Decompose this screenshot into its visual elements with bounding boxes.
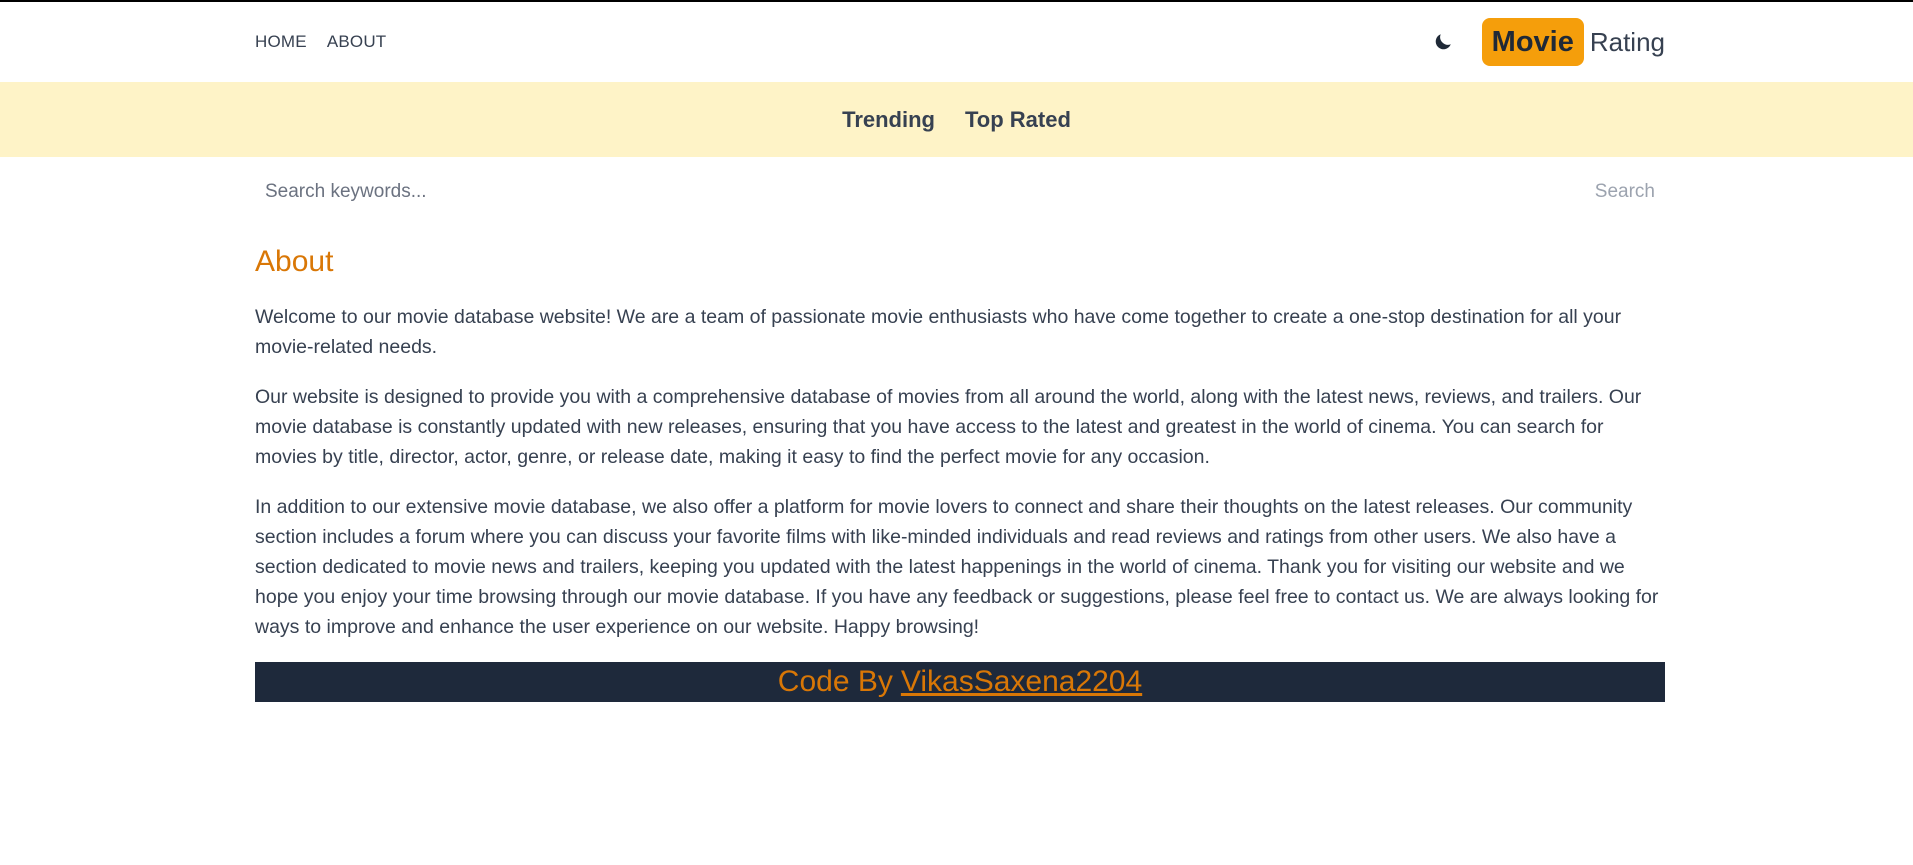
- search-button[interactable]: Search: [1585, 181, 1665, 203]
- footer-bar: Code By VikasSaxena2204: [255, 662, 1665, 702]
- main-nav: HOME ABOUT: [255, 32, 386, 52]
- moon-icon[interactable]: [1430, 29, 1456, 55]
- brand-area: Movie Rating: [1430, 18, 1665, 66]
- about-paragraph: Our website is designed to provide you w…: [255, 386, 1642, 468]
- search-input[interactable]: [255, 181, 1475, 203]
- nav-home-link[interactable]: HOME: [255, 32, 307, 52]
- tab-top-rated[interactable]: Top Rated: [965, 107, 1071, 133]
- search-bar: Search: [255, 172, 1665, 212]
- logo-text[interactable]: Rating: [1590, 27, 1665, 58]
- about-paragraph: In addition to our extensive movie datab…: [255, 496, 1659, 638]
- tab-trending[interactable]: Trending: [842, 107, 935, 133]
- about-paragraph: Welcome to our movie database website! W…: [255, 306, 1622, 358]
- about-section: About Welcome to our movie database webs…: [255, 242, 1665, 702]
- category-nav: Trending Top Rated: [0, 82, 1913, 157]
- nav-about-link[interactable]: ABOUT: [327, 32, 387, 52]
- page-title: About: [255, 245, 334, 278]
- author-link[interactable]: VikasSaxena2204: [901, 665, 1142, 699]
- site-header: HOME ABOUT Movie Rating: [255, 2, 1665, 82]
- logo-badge[interactable]: Movie: [1481, 18, 1584, 66]
- footer-credit-text: Code By: [777, 665, 893, 698]
